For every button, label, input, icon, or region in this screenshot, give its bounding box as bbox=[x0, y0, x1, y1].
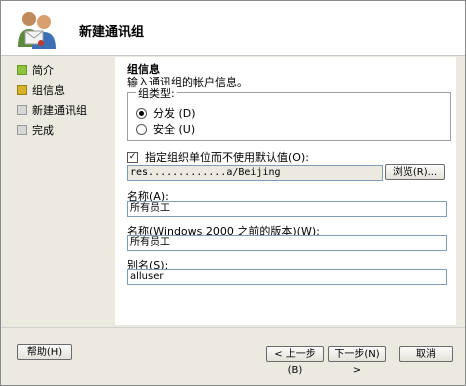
specify-ou-label: 指定组织单位而不使用默认值(O): bbox=[145, 151, 309, 164]
group-users-icon bbox=[18, 12, 56, 49]
radio-button[interactable] bbox=[136, 123, 147, 135]
cancel-button[interactable]: 取消 bbox=[399, 346, 453, 362]
step-pending-icon bbox=[17, 125, 27, 135]
page-title: 新建通讯组 bbox=[79, 25, 145, 40]
wizard-steps: 简介 组信息 新建通讯组 完成 bbox=[1, 57, 113, 327]
back-button[interactable]: < 上一步(B) bbox=[266, 346, 324, 376]
step-new-group: 新建通讯组 bbox=[17, 103, 87, 117]
step-intro: 简介 bbox=[17, 63, 54, 77]
group-type-label: 组类型: bbox=[136, 85, 177, 101]
step-label: 新建通讯组 bbox=[32, 104, 87, 117]
specify-ou-checkbox[interactable]: ✓ bbox=[127, 151, 138, 163]
next-button[interactable]: 下一步(N) > bbox=[328, 346, 386, 376]
wizard-header: 新建通讯组 bbox=[1, 1, 465, 56]
step-pending-icon bbox=[17, 105, 27, 115]
pre2000-name-field[interactable]: 所有员工 bbox=[127, 235, 447, 251]
radio-label: 分发 (D) bbox=[153, 107, 196, 120]
name-field[interactable]: 所有员工 bbox=[127, 201, 447, 217]
step-finish: 完成 bbox=[17, 123, 54, 137]
step-label: 简介 bbox=[32, 64, 54, 77]
radio-security[interactable]: 安全 (U) bbox=[136, 121, 195, 137]
step-label: 完成 bbox=[32, 124, 54, 137]
step-group-info: 组信息 bbox=[17, 83, 65, 97]
browse-button[interactable]: 浏览(R)... bbox=[385, 164, 445, 180]
step-done-icon bbox=[17, 65, 27, 75]
footer-divider bbox=[1, 327, 465, 328]
wizard-window: 新建通讯组 简介 组信息 新建通讯组 完成 组信息 输入通讯组的帐户信息。 组类… bbox=[0, 0, 466, 386]
content-panel: 组信息 输入通讯组的帐户信息。 组类型: 分发 (D) 安全 (U) ✓ 指定组… bbox=[115, 57, 456, 325]
help-button[interactable]: 帮助(H) bbox=[17, 344, 72, 360]
specify-ou-row[interactable]: ✓ 指定组织单位而不使用默认值(O): bbox=[127, 149, 309, 165]
radio-distribution[interactable]: 分发 (D) bbox=[136, 105, 196, 121]
step-label: 组信息 bbox=[32, 84, 65, 97]
step-current-icon bbox=[17, 85, 27, 95]
ou-path-field[interactable]: res.............a/Beijing bbox=[127, 165, 383, 181]
radio-label: 安全 (U) bbox=[153, 123, 196, 136]
group-type-box: 组类型: 分发 (D) 安全 (U) bbox=[127, 85, 451, 141]
alias-field[interactable]: alluser bbox=[127, 269, 447, 285]
radio-button[interactable] bbox=[136, 107, 147, 119]
